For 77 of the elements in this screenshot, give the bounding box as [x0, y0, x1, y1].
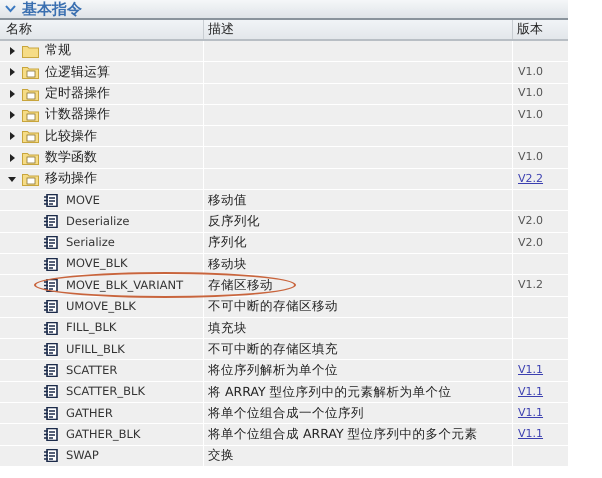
instruction-icon	[44, 322, 58, 334]
expand-arrow-icon[interactable]	[8, 111, 16, 120]
expand-arrow-icon[interactable]	[8, 68, 16, 76]
instruction-description: 将单个位组合成一个位序列	[208, 404, 364, 422]
instruction-icon	[44, 364, 58, 378]
column-header: 版本	[517, 20, 543, 39]
folder-label[interactable]: 移动操作	[45, 169, 97, 189]
folder-label[interactable]: 数学函数	[45, 148, 97, 168]
version-link[interactable]: V1.1	[518, 404, 544, 422]
column-header: 名称	[6, 22, 32, 37]
instruction-description: 移动值	[208, 190, 247, 209]
folder-label[interactable]: 比较操作	[45, 126, 97, 146]
version-link[interactable]: V1.1	[518, 426, 544, 443]
instruction-name[interactable]: MOVE	[66, 192, 100, 209]
instruction-description: 填充块	[208, 318, 247, 337]
instruction-name[interactable]: Serialize	[66, 234, 115, 252]
instruction-icon	[44, 300, 58, 314]
instruction-icon	[44, 342, 58, 356]
expand-arrow-icon[interactable]	[8, 132, 16, 140]
instruction-description: 移动块	[208, 254, 247, 273]
instruction-name[interactable]: SWAP	[66, 447, 99, 464]
instruction-name[interactable]: MOVE_BLK_VARIANT	[66, 276, 184, 294]
instruction-description: 序列化	[208, 233, 247, 252]
folder-icon	[22, 108, 39, 122]
version-text: V1.0	[518, 64, 544, 80]
instruction-icon	[44, 428, 58, 441]
folder-icon	[22, 65, 39, 80]
instruction-description: 交换	[208, 446, 234, 464]
instruction-name[interactable]: SCATTER_BLK	[66, 383, 145, 401]
instruction-name[interactable]: Deserialize	[66, 212, 130, 230]
instruction-name[interactable]: GATHER_BLK	[66, 426, 140, 444]
instruction-description: 反序列化	[208, 212, 260, 230]
folder-label[interactable]: 常规	[45, 41, 71, 61]
collapse-arrow-icon[interactable]	[8, 174, 16, 183]
instruction-icon	[44, 278, 58, 292]
instruction-icon	[44, 385, 58, 398]
instruction-description: 不可中断的存储区填充	[208, 340, 338, 358]
version-text: V1.0	[518, 106, 544, 123]
instruction-icon	[44, 406, 58, 420]
version-text: V1.2	[518, 277, 544, 294]
instruction-name[interactable]: GATHER	[66, 404, 113, 422]
version-link[interactable]: V2.2	[518, 170, 544, 188]
folder-icon	[22, 44, 39, 58]
folder-icon	[22, 150, 39, 165]
version-link[interactable]: V1.1	[518, 362, 544, 379]
folder-label[interactable]: 计数器操作	[45, 105, 110, 125]
instruction-description: 存储区移动	[208, 276, 273, 294]
instruction-description: 将位序列解析为单个位	[208, 361, 338, 380]
panel-title: 基本指令	[22, 0, 82, 20]
instruction-icon	[44, 449, 58, 462]
instruction-icon	[44, 215, 58, 228]
expand-arrow-icon[interactable]	[8, 154, 16, 162]
instruction-description: 不可中断的存储区移动	[208, 297, 338, 316]
instruction-name[interactable]: UMOVE_BLK	[66, 298, 136, 316]
folder-icon	[22, 129, 39, 144]
instruction-name[interactable]: UFILL_BLK	[66, 340, 125, 358]
version-link[interactable]: V1.1	[518, 384, 544, 400]
folder-icon	[22, 172, 39, 186]
folder-icon	[22, 86, 39, 101]
instruction-icon	[44, 258, 58, 271]
folder-label[interactable]: 位逻辑运算	[45, 62, 110, 82]
column-header: 描述	[208, 20, 234, 39]
expand-arrow-icon[interactable]	[8, 90, 16, 98]
version-text: V1.0	[518, 85, 544, 102]
instruction-icon	[44, 194, 58, 207]
instruction-description: 将单个位组合成 ARRAY 型位序列中的多个元素	[208, 425, 478, 444]
version-text: V2.0	[518, 234, 544, 251]
instruction-description: 将 ARRAY 型位序列中的元素解析为单个位	[208, 382, 452, 401]
collapse-chevron-icon[interactable]	[5, 5, 16, 13]
instruction-name[interactable]: FILL_BLK	[66, 319, 116, 337]
folder-label[interactable]: 定时器操作	[45, 84, 110, 104]
expand-arrow-icon[interactable]	[8, 47, 16, 56]
instruction-icon	[44, 236, 58, 250]
version-text: V2.0	[518, 213, 544, 230]
version-text: V1.0	[518, 149, 544, 166]
instruction-name[interactable]: MOVE_BLK	[66, 255, 128, 273]
instruction-name[interactable]: SCATTER	[66, 362, 118, 380]
